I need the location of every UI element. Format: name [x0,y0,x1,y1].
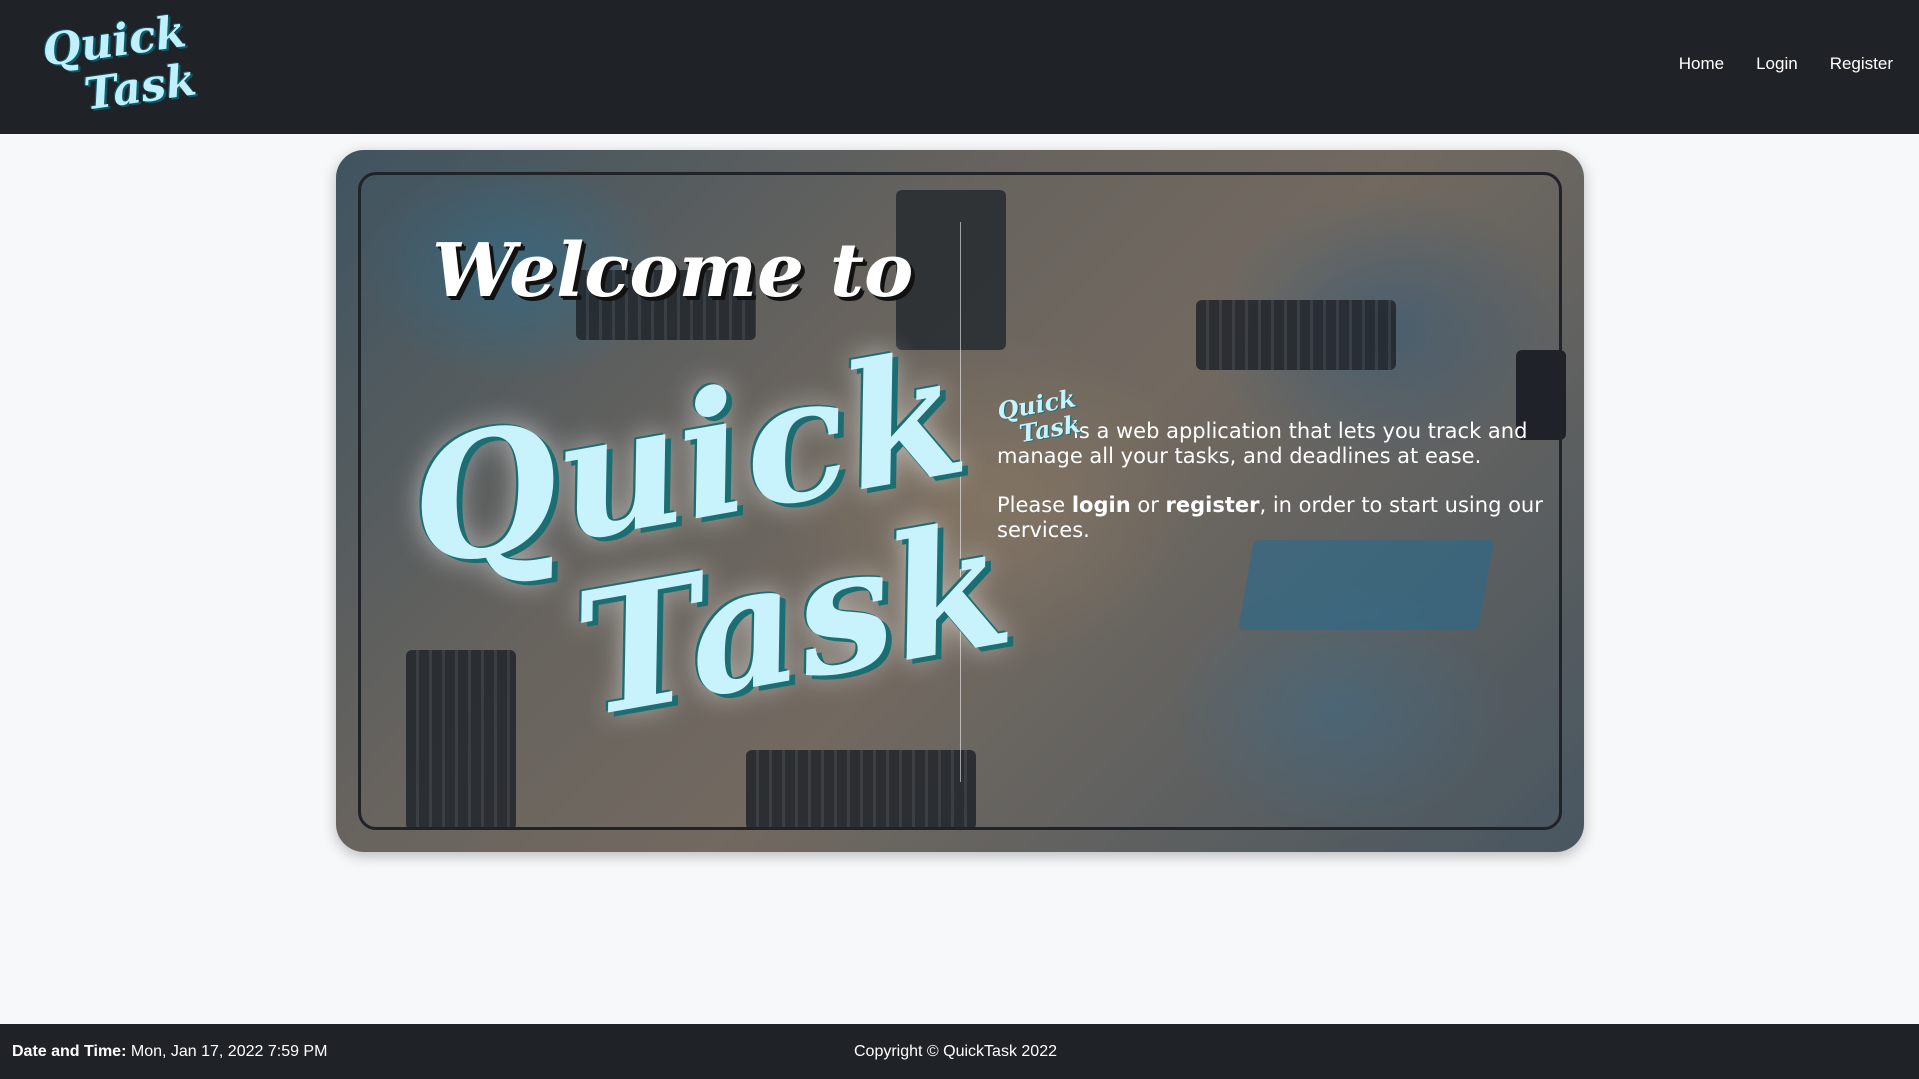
hero-description: Quick Task is a web application that let… [995,383,1557,564]
nav-home-link[interactable]: Home [1679,54,1724,74]
cta-or: or [1137,493,1159,517]
footer: Date and Time: Mon, Jan 17, 2022 7:59 PM… [0,1024,1919,1079]
footer-copyright: Copyright © QuickTask 2022 [854,1043,1057,1060]
welcome-heading: Welcome to [432,228,914,314]
hero-description-paragraph: Quick Task is a web application that let… [995,383,1557,469]
datetime-label: Date and Time: [12,1043,127,1060]
inline-logo: Quick Task [995,383,1082,448]
cta-prefix: Please [997,493,1066,517]
cta-register-text: register [1165,493,1260,517]
navbar: Quick Task Home Login Register [0,0,1919,134]
nav-register-link[interactable]: Register [1830,54,1893,74]
nav-links: Home Login Register [1679,54,1893,74]
hero-card: Welcome to Quick Task Quick Task is a we… [336,150,1584,852]
datetime-value: Mon, Jan 17, 2022 7:59 PM [130,1043,328,1060]
cta-login-text: login [1071,493,1131,517]
hero-cta-paragraph: Please login or register, in order to st… [997,493,1557,543]
nav-login-link[interactable]: Login [1756,54,1798,74]
footer-datetime: Date and Time: Mon, Jan 17, 2022 7:59 PM [12,1043,327,1061]
brand-logo[interactable]: Quick Task [39,6,199,120]
